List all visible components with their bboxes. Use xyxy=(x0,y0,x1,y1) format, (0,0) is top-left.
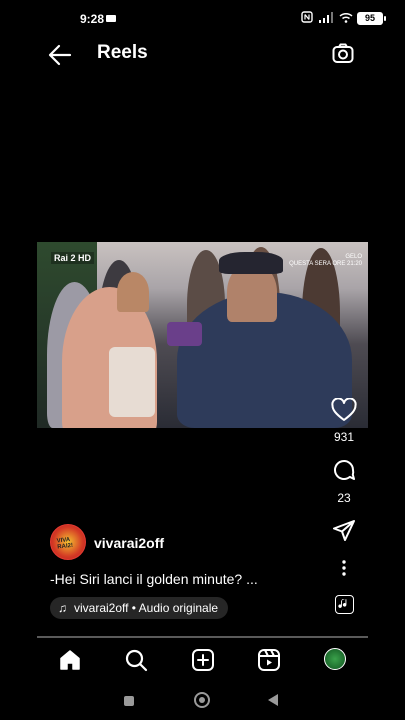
comment-icon[interactable] xyxy=(332,458,356,482)
nfc-icon xyxy=(301,11,313,23)
heart-icon[interactable] xyxy=(331,398,357,422)
wifi-icon xyxy=(339,12,353,23)
home-button[interactable] xyxy=(194,692,210,708)
back-arrow-icon[interactable] xyxy=(48,44,72,66)
audio-thumbnail[interactable] xyxy=(335,595,354,614)
reels-icon[interactable] xyxy=(257,648,281,672)
music-note-icon: ♫ xyxy=(58,601,67,615)
header: Reels xyxy=(0,38,405,72)
status-icons xyxy=(301,11,353,23)
home-icon[interactable] xyxy=(58,648,82,672)
comment-count: 23 xyxy=(337,491,351,505)
post-caption[interactable]: -Hei Siri lanci il golden minute? ... xyxy=(50,571,258,587)
recent-apps-button[interactable] xyxy=(124,696,134,706)
more-options-icon[interactable] xyxy=(342,560,346,576)
system-nav-bar xyxy=(0,684,405,720)
reel-video[interactable]: Rai 2 HD GELO QUESTA SERA ORE 21:20 xyxy=(37,242,368,428)
status-time: 9:28 xyxy=(80,12,105,26)
bottom-nav xyxy=(0,644,405,678)
video-progress-bar[interactable] xyxy=(37,636,368,638)
status-bar: 9:28 95 xyxy=(0,0,405,38)
username[interactable]: vivarai2off xyxy=(94,535,164,551)
avatar-logo-text: VIVA RAI2! xyxy=(56,537,74,551)
audio-label: vivarai2off • Audio originale xyxy=(74,601,219,615)
tv-overlay-line-2: QUESTA SERA ORE 21:20 xyxy=(289,261,362,267)
search-icon[interactable] xyxy=(124,648,148,672)
tv-overlay: GELO QUESTA SERA ORE 21:20 xyxy=(289,254,362,268)
avatar[interactable]: VIVA RAI2! xyxy=(50,524,86,560)
battery-indicator: 95 xyxy=(357,12,386,25)
tv-overlay-line-1: GELO xyxy=(345,254,362,260)
back-button[interactable] xyxy=(268,694,278,706)
page-title: Reels xyxy=(97,42,148,63)
share-icon[interactable] xyxy=(333,520,355,542)
like-count: 931 xyxy=(333,430,355,444)
screen-record-icon xyxy=(106,15,116,22)
channel-logo: Rai 2 HD xyxy=(51,252,95,264)
signal-icon xyxy=(319,11,333,23)
camera-icon[interactable] xyxy=(332,43,354,65)
create-icon[interactable] xyxy=(191,648,215,672)
music-note-icon xyxy=(338,599,347,608)
profile-avatar[interactable] xyxy=(324,648,346,670)
audio-pill[interactable]: ♫ vivarai2off • Audio originale xyxy=(50,597,229,619)
